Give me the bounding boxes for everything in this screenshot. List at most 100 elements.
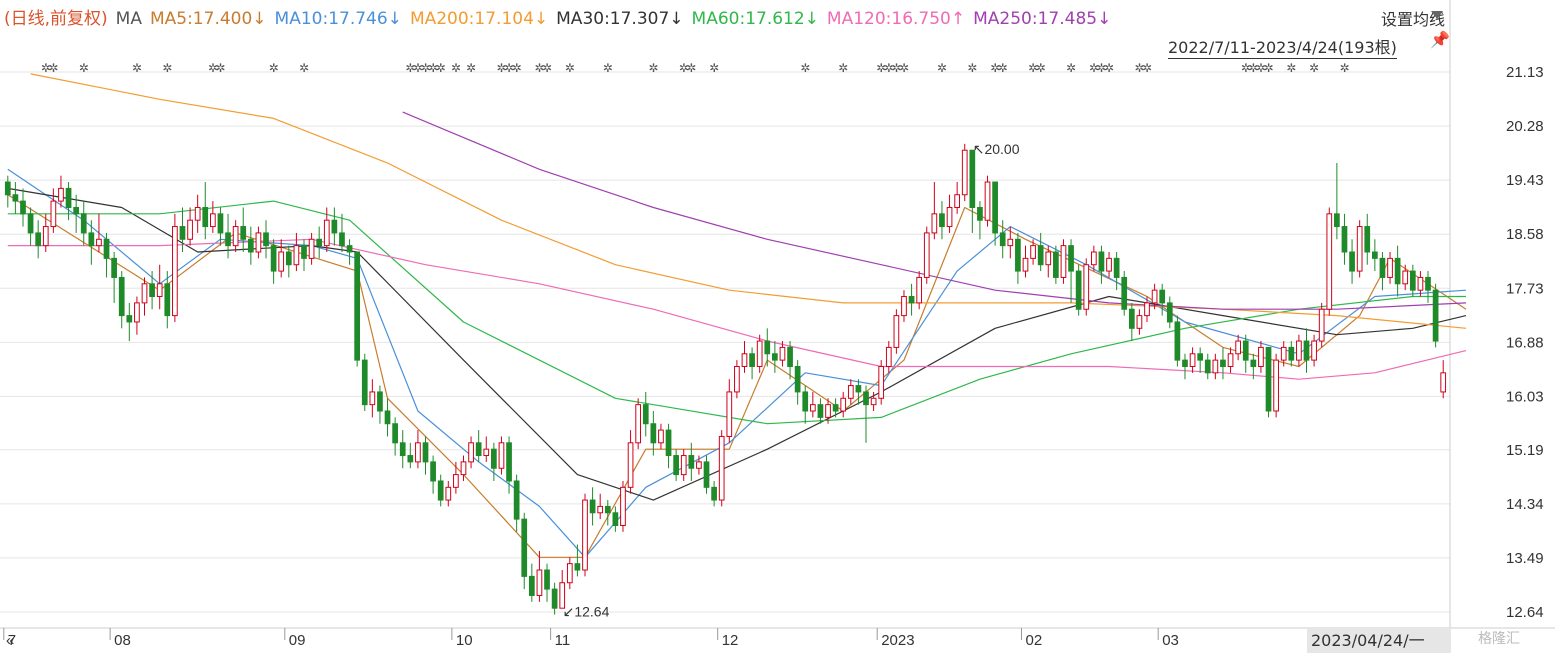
candle[interactable]	[1258, 341, 1264, 373]
candle[interactable]	[916, 271, 923, 310]
candle[interactable]	[620, 480, 626, 532]
candle[interactable]	[1166, 296, 1173, 329]
candle[interactable]	[1227, 347, 1234, 373]
candle[interactable]	[939, 201, 945, 240]
candle[interactable]	[1349, 239, 1355, 284]
candle[interactable]	[809, 391, 816, 418]
candle[interactable]	[521, 512, 528, 590]
candle[interactable]	[361, 353, 368, 412]
candle[interactable]	[118, 271, 125, 329]
candle[interactable]	[551, 582, 558, 615]
candle[interactable]	[528, 563, 535, 602]
candle[interactable]	[885, 341, 892, 373]
candle[interactable]	[263, 220, 269, 259]
candle[interactable]	[483, 436, 490, 462]
candle[interactable]	[1015, 232, 1021, 284]
candle[interactable]	[1128, 302, 1135, 342]
candle[interactable]	[270, 239, 277, 284]
candle[interactable]	[977, 201, 983, 240]
candle[interactable]	[627, 430, 634, 494]
candle[interactable]	[901, 290, 907, 322]
candle[interactable]	[430, 455, 436, 494]
candle[interactable]	[1106, 252, 1112, 278]
candle[interactable]	[582, 493, 588, 577]
candle[interactable]	[802, 385, 809, 424]
candle[interactable]	[665, 423, 672, 469]
candle[interactable]	[308, 232, 315, 265]
candle[interactable]	[194, 194, 201, 233]
candle[interactable]	[354, 251, 361, 367]
candle[interactable]	[703, 455, 710, 494]
candle[interactable]	[316, 226, 323, 259]
candle[interactable]	[293, 232, 300, 272]
candle[interactable]	[984, 175, 991, 227]
candle[interactable]	[1440, 360, 1447, 399]
candle[interactable]	[1060, 239, 1067, 284]
candle[interactable]	[12, 182, 19, 214]
candle[interactable]	[278, 239, 285, 278]
candle[interactable]	[453, 461, 459, 494]
candle[interactable]	[1204, 353, 1211, 380]
candle[interactable]	[415, 430, 421, 469]
candle[interactable]	[1083, 258, 1090, 316]
candle[interactable]	[688, 442, 695, 481]
candle[interactable]	[1007, 226, 1014, 259]
candle[interactable]	[1288, 341, 1295, 367]
candle[interactable]	[855, 379, 862, 405]
candle[interactable]	[255, 226, 262, 259]
candle[interactable]	[210, 201, 216, 233]
candle[interactable]	[1121, 271, 1128, 316]
candle[interactable]	[878, 360, 885, 405]
candle[interactable]	[437, 474, 444, 507]
candle[interactable]	[1425, 271, 1431, 303]
candle[interactable]	[1053, 245, 1059, 284]
candle[interactable]	[1402, 264, 1409, 291]
candle[interactable]	[96, 213, 102, 252]
candle[interactable]	[794, 360, 801, 405]
candle[interactable]	[544, 563, 550, 602]
candle[interactable]	[1174, 315, 1181, 367]
candle[interactable]	[718, 430, 725, 507]
candle[interactable]	[331, 207, 338, 246]
candles[interactable]	[4, 143, 1447, 615]
candle[interactable]	[1075, 264, 1082, 316]
candle[interactable]	[726, 379, 733, 443]
candle[interactable]	[1265, 346, 1272, 418]
chevron-down-icon[interactable]	[1431, 11, 1443, 19]
candle[interactable]	[35, 220, 42, 259]
candle[interactable]	[961, 143, 968, 202]
candle[interactable]	[772, 341, 778, 373]
candle[interactable]	[1189, 347, 1196, 373]
candle[interactable]	[1113, 252, 1120, 291]
candle[interactable]	[1220, 347, 1226, 380]
candle[interactable]	[992, 181, 998, 246]
candle[interactable]	[247, 226, 254, 265]
candle[interactable]	[141, 277, 148, 316]
candle[interactable]	[923, 226, 930, 284]
candle[interactable]	[103, 232, 110, 278]
candle[interactable]	[635, 398, 642, 450]
candle[interactable]	[559, 570, 566, 609]
candle[interactable]	[946, 194, 953, 233]
candle[interactable]	[756, 334, 763, 373]
candle[interactable]	[225, 213, 231, 259]
candle[interactable]	[1098, 245, 1105, 284]
candle[interactable]	[1212, 353, 1219, 380]
candle[interactable]	[817, 398, 824, 424]
candle[interactable]	[931, 182, 938, 240]
candle[interactable]	[111, 252, 117, 303]
candle[interactable]	[1242, 334, 1249, 373]
candle[interactable]	[863, 385, 869, 443]
candle[interactable]	[134, 296, 140, 335]
candle[interactable]	[407, 442, 414, 469]
candle[interactable]	[1394, 245, 1401, 297]
candle[interactable]	[1311, 334, 1317, 367]
candle[interactable]	[202, 182, 209, 240]
pin-icon[interactable]: 📌	[1430, 30, 1450, 50]
candle[interactable]	[847, 379, 854, 405]
candle[interactable]	[711, 480, 717, 507]
candle[interactable]	[1037, 232, 1044, 272]
candle[interactable]	[969, 149, 976, 233]
candle[interactable]	[50, 188, 57, 233]
candle[interactable]	[1341, 213, 1348, 265]
